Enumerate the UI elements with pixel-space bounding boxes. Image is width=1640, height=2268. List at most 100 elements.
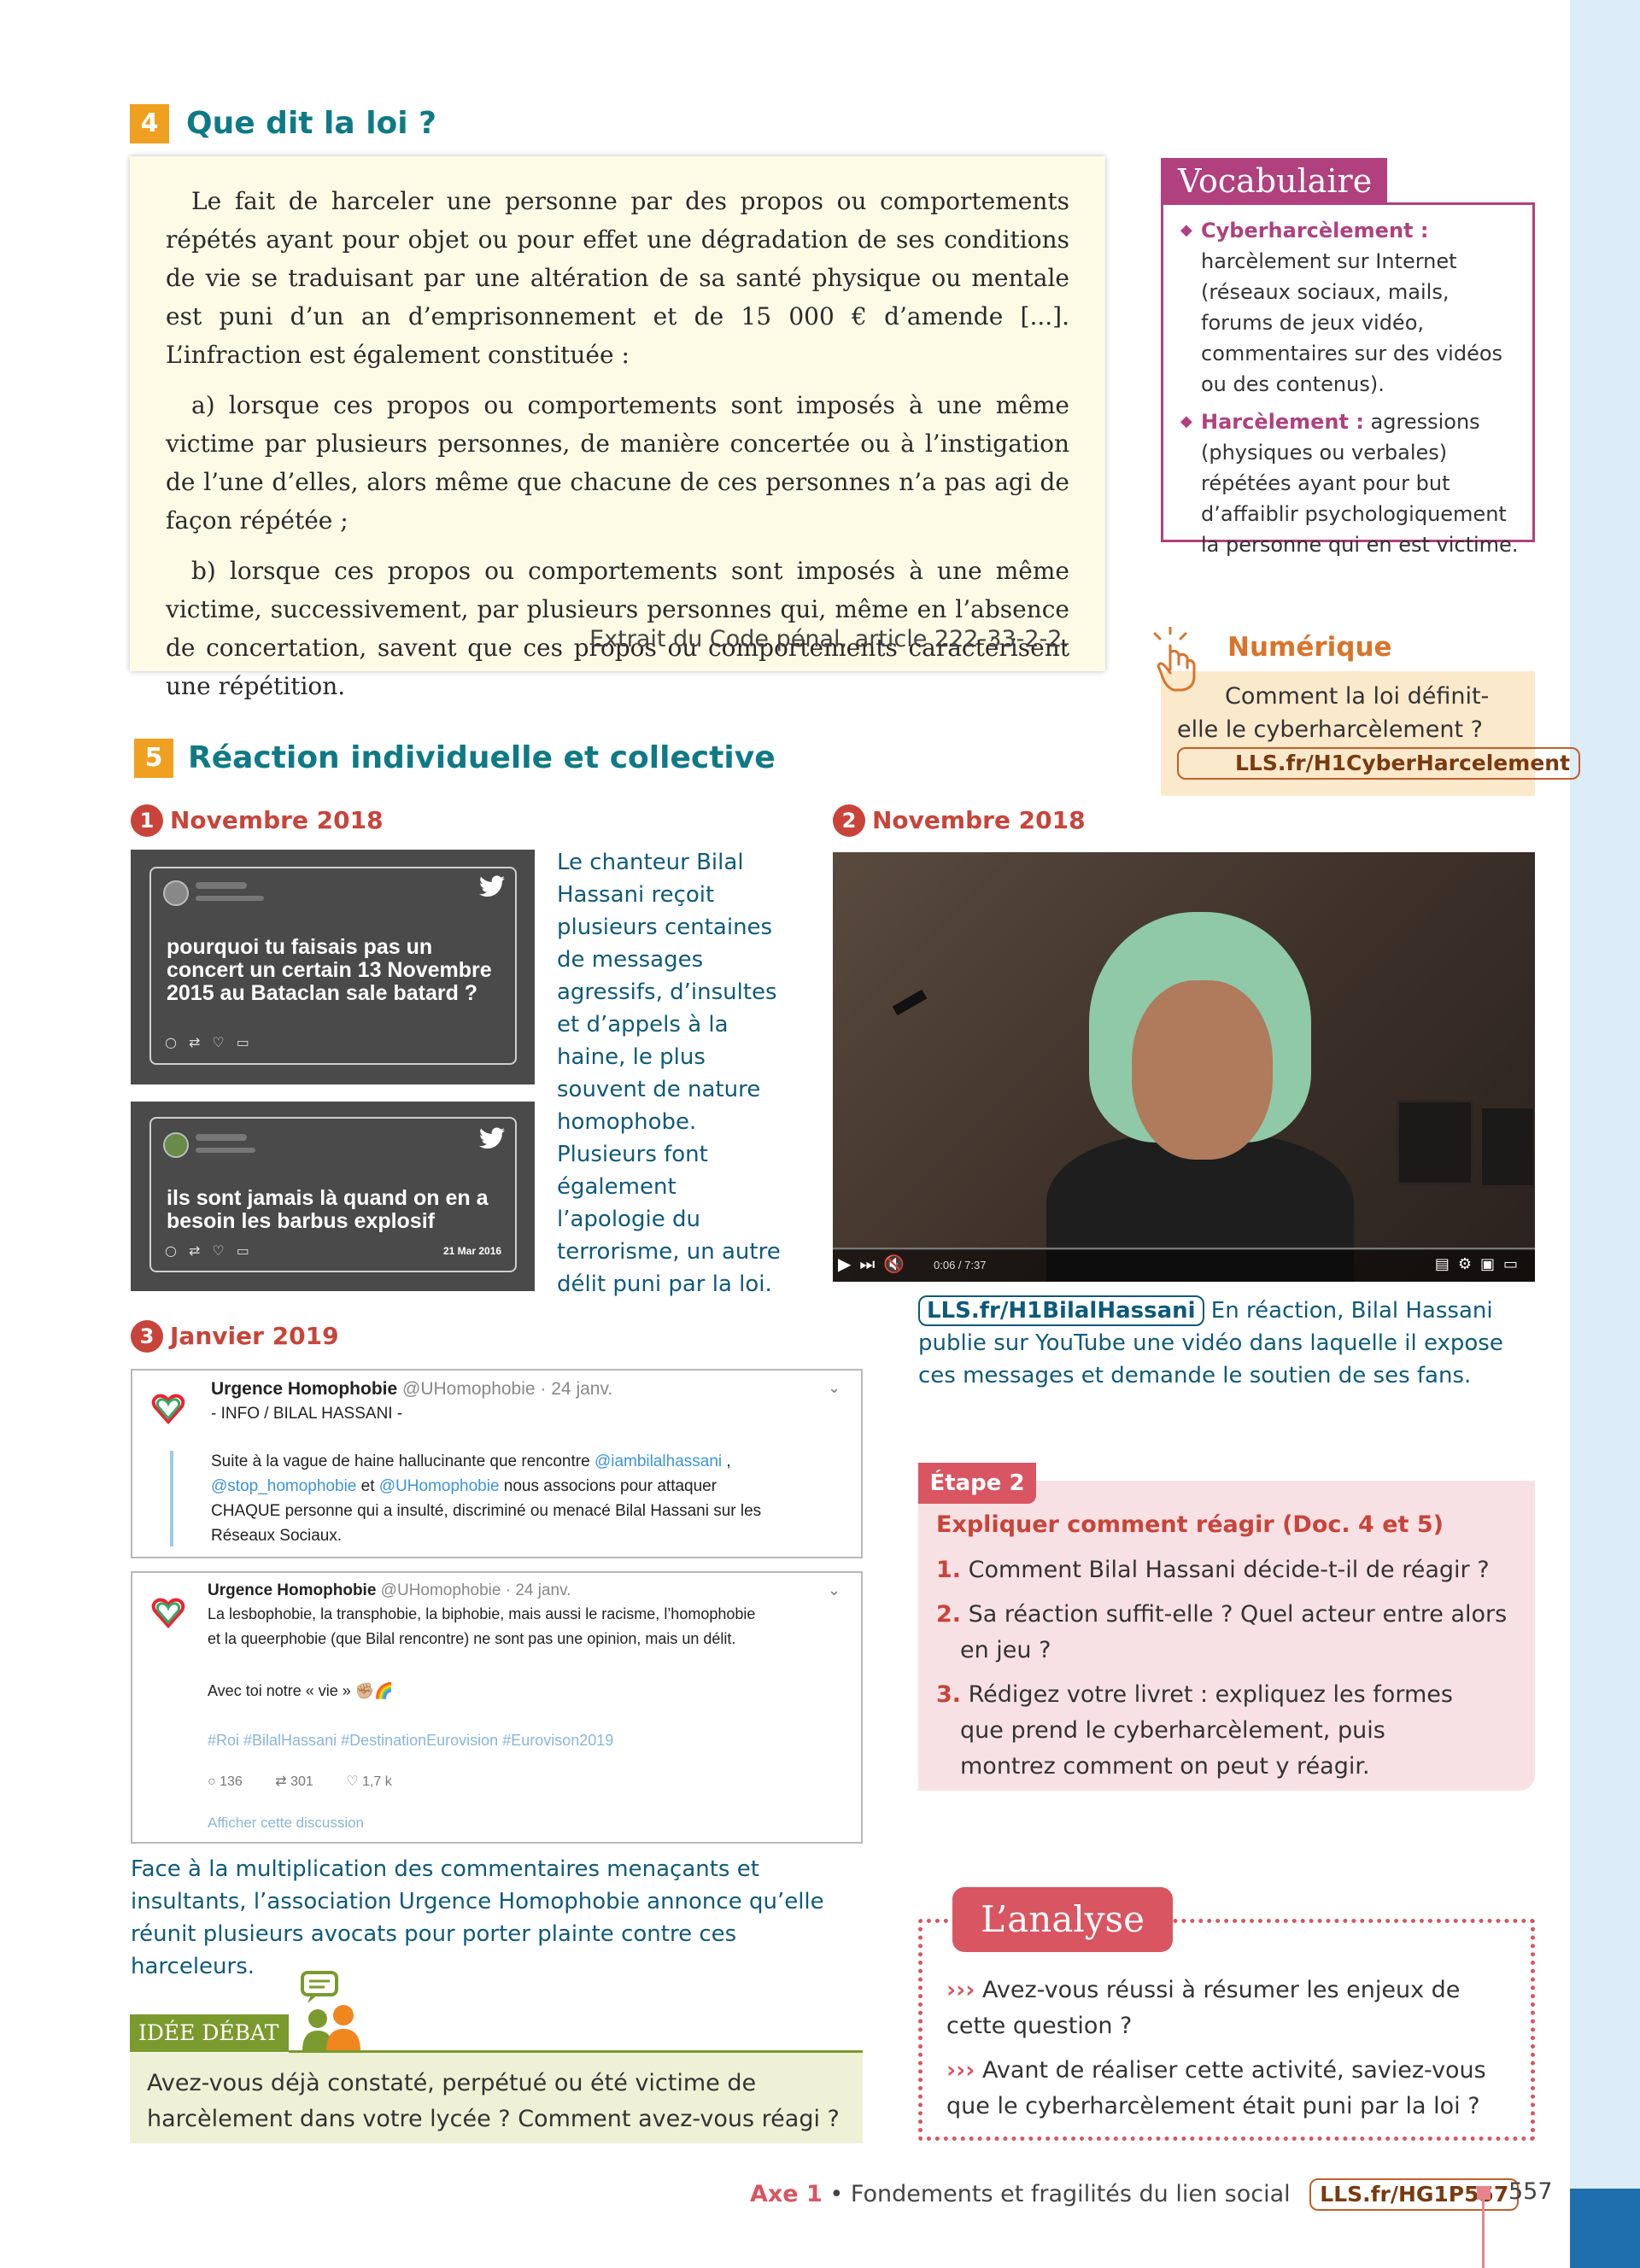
settings-icon[interactable]: ⚙ <box>1458 1255 1480 1273</box>
tweet-author-name: Urgence Homophobie <box>208 1581 377 1599</box>
bilal-hassani-link[interactable]: LLS.fr/H1BilalHassani <box>918 1295 1204 1326</box>
chevron-down-icon[interactable]: ⌄ <box>828 1581 840 1599</box>
chevron-down-icon[interactable]: ⌄ <box>828 1379 840 1397</box>
doc-2-caption: LLS.fr/H1BilalHassani En réaction, Bilal… <box>918 1295 1533 1392</box>
urgence-homophobie-logo <box>149 1389 187 1427</box>
analyse-text: Avez-vous réussi à résumer les enjeux de… <box>946 1977 1461 2039</box>
footer-axe: Axe 1 <box>750 2181 823 2207</box>
video-time: 0:06 / 7:37 <box>934 1259 987 1271</box>
numerique-question: Comment la loi définit-elle le cyberharc… <box>1177 683 1490 743</box>
play-icon[interactable]: ▶ <box>838 1254 859 1274</box>
analyse-text: Avant de réaliser cette activité, saviez… <box>946 2057 1486 2119</box>
like-icon: ♡ <box>212 1242 237 1259</box>
tweet-text: Suite à la vague de haine hallucinante q… <box>211 1453 594 1470</box>
doc-3-date: Janvier 2019 <box>170 1322 339 1350</box>
debate-people-icon <box>299 1971 367 2056</box>
picture-frame <box>1397 1100 1473 1185</box>
question-number: 2. <box>936 1601 962 1628</box>
doc-2-number: 2 <box>833 804 865 837</box>
doc-1-number: 1 <box>131 804 163 837</box>
page-number: 557 <box>1508 2178 1553 2205</box>
doc-3-caption: Face à la multiplication des commentaire… <box>131 1856 824 1979</box>
next-icon[interactable]: ⏭ <box>859 1254 883 1274</box>
tweet-author: Urgence Homophobie @UHomophobie · 24 jan… <box>208 1581 571 1600</box>
captions-icon[interactable]: ▤ <box>1435 1255 1458 1273</box>
mention-link[interactable]: @iambilalhassani <box>594 1453 722 1470</box>
section-5-number: 5 <box>134 739 173 778</box>
vocab-term: Harcèlement : <box>1201 410 1364 434</box>
tweet-text: Réseaux Sociaux. <box>211 1527 343 1545</box>
tweet-stats: ○ 136 ⇄ 301 ♡ 1,7 k <box>208 1769 392 1794</box>
like-icon[interactable]: ♡ <box>346 1774 362 1789</box>
question-text: Sa réaction suffit-elle ? Quel acteur en… <box>960 1601 1508 1663</box>
tweet-text: ils sont jamais là quand on en a besoin … <box>167 1186 489 1233</box>
analyse-item-2: ››› Avant de réaliser cette activité, sa… <box>946 2053 1514 2125</box>
question-1: 1. Comment Bilal Hassani décide-t-il de … <box>936 1552 1517 1588</box>
debate-text: Avez-vous déjà constaté, perpétué ou été… <box>147 2070 840 2132</box>
tweet-text: CHAQUE personne qui a insulté, discrimin… <box>211 1502 762 1520</box>
mention-link[interactable]: @stop_homophobie <box>211 1477 356 1495</box>
doc-1-caption: Le chanteur Bilal Hassani reçoit plusieu… <box>557 850 781 1297</box>
retweet-count: 301 <box>290 1774 313 1789</box>
doc-1-date: Novembre 2018 <box>170 806 384 834</box>
footer-marker <box>1477 2186 1491 2200</box>
tweet-date: 21 Mar 2016 <box>443 1245 502 1257</box>
law-quote-box: Le fait de harceler une personne par des… <box>130 156 1105 700</box>
tweet-actions: ○⇄♡▭ <box>165 1242 261 1259</box>
etape-tab: Étape 2 <box>918 1463 1036 1504</box>
picture-frame <box>1482 1108 1533 1185</box>
analyse-item-1: ››› Avez-vous réussi à résumer les enjeu… <box>946 1973 1514 2044</box>
vocab-item-harcelement: ◆ Harcèlement : agressions (physiques ou… <box>1179 406 1520 560</box>
diamond-bullet-icon: ◆ <box>1180 412 1192 430</box>
avatar <box>163 1132 189 1158</box>
question-text: Rédigez votre livret : expliquez les for… <box>960 1681 1453 1780</box>
mention-link[interactable]: @UHomophobie <box>379 1477 500 1495</box>
blurred-handle <box>196 896 264 901</box>
retweet-icon: ⇄ <box>188 1034 213 1050</box>
tweet-author-name: Urgence Homophobie <box>211 1379 398 1399</box>
doc-3-number: 3 <box>131 1320 163 1353</box>
retweet-icon[interactable]: ⇄ <box>275 1774 290 1789</box>
miniplayer-icon[interactable]: ▣ <box>1480 1255 1503 1273</box>
analyse-title: L’analyse <box>952 1887 1173 1952</box>
video-player[interactable]: ▶⏭🔇 0:06 / 7:37 ▤⚙▣▭ <box>833 852 1535 1282</box>
vocabulary-title: Vocabulaire <box>1161 158 1387 204</box>
tweet-text: La lesbophobie, la transphobie, la bipho… <box>208 1605 756 1622</box>
video-controls-left: ▶⏭🔇 <box>838 1254 913 1274</box>
diamond-bullet-icon: ◆ <box>1180 221 1192 239</box>
tweet-handle: @UHomophobie · 24 janv. <box>397 1379 613 1399</box>
tweet-body: La lesbophobie, la transphobie, la bipho… <box>208 1602 857 1651</box>
question-2: 2. Sa réaction suffit-elle ? Quel acteur… <box>936 1597 1508 1669</box>
chevron-right-icon: ››› <box>946 2057 975 2084</box>
urgence-homophobie-logo <box>149 1593 187 1631</box>
footer-title: Fondements et fragilités du lien social <box>850 2181 1291 2207</box>
section-5-title: Réaction individuelle et collective <box>188 740 776 775</box>
mute-icon[interactable]: 🔇 <box>883 1254 913 1274</box>
avatar <box>163 880 189 906</box>
tweet-text: Avec toi notre « vie » ✊🏼🌈 <box>208 1682 394 1699</box>
vocab-term: Cyberharcèlement : <box>1201 219 1429 243</box>
tweet-text: nous associons pour attaquer <box>499 1477 718 1495</box>
question-number: 3. <box>936 1681 962 1708</box>
question-number: 1. <box>936 1557 962 1583</box>
fullscreen-icon[interactable]: ▭ <box>1503 1255 1526 1273</box>
tweet-text: pourquoi tu faisais pas un concert un ce… <box>167 935 492 1005</box>
tweet-screenshot-2: ils sont jamais là quand on en a besoin … <box>131 1102 535 1291</box>
question-3: 3. Rédigez votre livret : expliquez les … <box>936 1677 1483 1785</box>
tweet-handle: @UHomophobie · 24 janv. <box>376 1581 571 1599</box>
reply-count: 136 <box>220 1774 243 1789</box>
like-icon: ♡ <box>212 1034 237 1050</box>
law-paragraph-1: Le fait de harceler une personne par des… <box>166 187 1069 369</box>
message-icon: ▭ <box>236 1034 261 1050</box>
blurred-username <box>196 1134 247 1141</box>
footer-marker-stem <box>1482 2200 1485 2268</box>
question-text: Comment Bilal Hassani décide-t-il de réa… <box>961 1557 1490 1583</box>
tweet-urgence-homophobie-1: Urgence Homophobie @UHomophobie · 24 jan… <box>131 1369 863 1558</box>
video-controls-right: ▤⚙▣▭ <box>1435 1255 1526 1273</box>
numerique-title: Numérique <box>1227 632 1392 663</box>
reply-icon[interactable]: ○ <box>208 1774 220 1789</box>
tweet-hashtags[interactable]: #Roi #BilalHassani #DestinationEurovisio… <box>208 1728 613 1753</box>
tweet-line: - INFO / BILAL HASSANI - <box>211 1405 403 1423</box>
show-thread-link[interactable]: Afficher cette discussion <box>208 1810 364 1835</box>
numerique-link[interactable]: LLS.fr/H1CyberHarcelement <box>1177 747 1581 780</box>
